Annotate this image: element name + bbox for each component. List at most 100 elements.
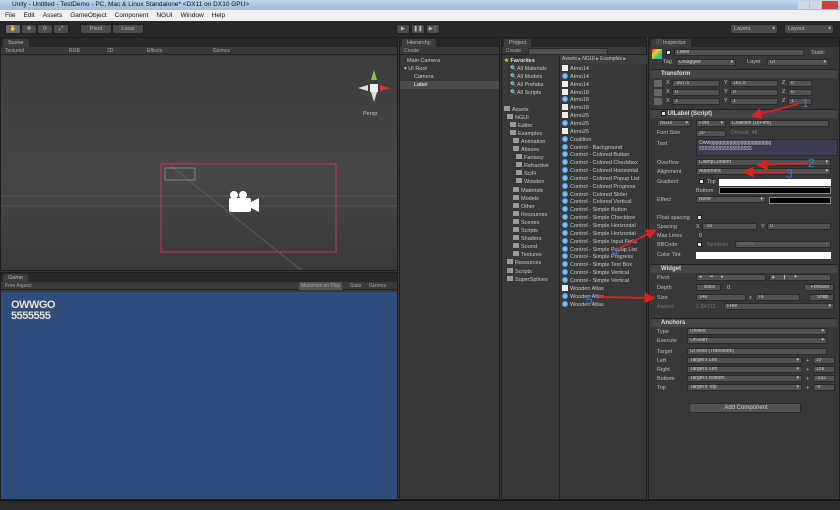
uilabel-enabled-checkbox[interactable] — [661, 111, 666, 116]
max-lines-input[interactable]: 0 — [699, 233, 702, 239]
float-spacing-checkbox[interactable] — [697, 215, 702, 221]
gizmos-toggle[interactable]: Gizmos — [369, 282, 386, 290]
tree-item[interactable]: 🔍All Materials — [510, 65, 558, 73]
tab-game[interactable]: Game — [3, 274, 28, 282]
anchor-right-dropdown[interactable]: Target's Left — [687, 366, 802, 373]
target-field[interactable]: UI Root (Transform) — [687, 348, 827, 355]
pivot-toggle[interactable]: Pivot — [80, 24, 112, 34]
aspect-dropdown[interactable]: Free Aspect — [5, 282, 32, 290]
tree-item[interactable]: Scenes — [513, 218, 558, 227]
file-item[interactable]: Atmo14 — [562, 72, 647, 81]
file-item[interactable]: Control - Colored Slider — [562, 190, 647, 199]
active-checkbox[interactable] — [666, 50, 671, 55]
transform-scale-z-input[interactable]: 1 — [788, 98, 812, 105]
local-toggle[interactable]: Local — [112, 24, 144, 34]
pivot-horizontal-buttons[interactable]: ◂ ━ ▸ — [696, 274, 766, 281]
gizmos-dropdown[interactable]: Gizmos — [213, 47, 230, 55]
project-create-button[interactable]: Create — [506, 47, 521, 55]
tree-item[interactable]: NGUI — [507, 113, 558, 122]
file-item[interactable]: Control - Colored Vertical — [562, 198, 647, 206]
menu-window[interactable]: Window — [181, 12, 204, 19]
file-item[interactable]: Control - Simple Vertical — [562, 269, 647, 277]
alignment-dropdown[interactable]: Automatic — [696, 168, 831, 175]
maximize-button[interactable] — [810, 1, 822, 9]
file-item[interactable]: Control - Background — [562, 143, 647, 152]
file-item[interactable]: Control - Simple Horizontal — [562, 229, 647, 238]
move-tool-button[interactable]: ✥ — [21, 24, 37, 34]
object-name-input[interactable]: Label — [674, 49, 804, 56]
font-type-dropdown[interactable]: NGUI — [657, 120, 691, 127]
effect-dropdown[interactable]: None — [696, 196, 766, 203]
hierarchy-item-main-camera[interactable]: Main Camera — [407, 57, 440, 65]
tree-item[interactable]: Atlases — [513, 146, 558, 154]
hierarchy-item-ui-root[interactable]: ▾ UI Root — [404, 65, 427, 73]
static-checkbox[interactable]: Static — [811, 50, 825, 56]
font-kind-dropdown[interactable]: Font — [696, 120, 726, 127]
menu-assets[interactable]: Assets — [43, 12, 63, 19]
project-search-input[interactable] — [528, 48, 608, 55]
transform-rot-x-input[interactable]: 0 — [672, 89, 720, 96]
menu-edit[interactable]: Edit — [23, 12, 34, 19]
tree-item[interactable]: Materials — [513, 186, 558, 195]
symbols-dropdown[interactable]: Normal — [735, 241, 831, 248]
file-item[interactable]: Control - Simple Popup List — [562, 245, 647, 254]
font-field[interactable]: Coalition (UIFont) — [729, 120, 829, 127]
tree-item[interactable]: Wooden — [516, 178, 558, 186]
pause-button[interactable]: ❚❚ — [411, 24, 425, 34]
tree-item[interactable]: Editor — [510, 121, 558, 130]
tree-item[interactable]: Shaders — [513, 235, 558, 243]
width-input[interactable]: 140 — [696, 294, 746, 301]
depth-back-button[interactable]: Back — [696, 284, 721, 291]
file-item[interactable]: Atmo14 — [562, 80, 647, 89]
scene-gizmo[interactable] — [356, 68, 392, 108]
menu-file[interactable]: File — [5, 12, 15, 19]
file-item[interactable]: Atmo18 — [562, 96, 647, 104]
layout-dropdown[interactable]: Layout — [784, 24, 834, 34]
tree-item[interactable]: Scripts — [513, 227, 558, 235]
project-breadcrumb[interactable]: Assets ▸ NGUI ▸ Examples ▸ — [560, 55, 647, 64]
rotate-tool-button[interactable]: ⟳ — [37, 24, 53, 34]
anchor-top-dropdown[interactable]: Target's Top — [687, 384, 802, 391]
transform-rot-z-input[interactable]: 0 — [788, 89, 812, 96]
depth-value[interactable]: 0 — [727, 285, 730, 291]
anchor-left-offset[interactable]: 19 — [813, 357, 835, 364]
anchor-bottom-offset[interactable]: -332 — [813, 375, 835, 382]
tab-inspector[interactable]: ⓘ Inspector — [651, 39, 691, 47]
file-item[interactable]: Control - Colored Horizontal — [562, 167, 647, 175]
file-item[interactable]: Control - Simple Horizontal — [562, 222, 647, 230]
transform-pos-reset-icon[interactable] — [654, 80, 662, 87]
file-item[interactable]: Control - Simple Button — [562, 206, 647, 214]
pivot-vertical-buttons[interactable]: ▴ ┃ ▾ — [769, 274, 831, 281]
2d-toggle[interactable]: 2D — [107, 47, 113, 55]
gradient-checkbox[interactable] — [699, 179, 704, 185]
widget-header[interactable]: Widget — [651, 264, 837, 273]
menu-ngui[interactable]: NGUI — [156, 12, 172, 19]
menu-help[interactable]: Help — [212, 12, 225, 19]
tree-item[interactable]: Refractive — [516, 162, 558, 170]
spacing-y-input[interactable]: 0 — [767, 223, 831, 230]
tree-item[interactable]: Examples — [510, 129, 558, 138]
file-item[interactable]: Control - Simple Input Field — [562, 237, 647, 246]
file-item[interactable]: Wooden Atlas — [562, 300, 647, 309]
transform-pos-x-input[interactable]: -307.5 — [672, 80, 720, 87]
height-input[interactable]: 76 — [755, 294, 800, 301]
tree-item[interactable]: Models — [513, 194, 558, 203]
transform-header[interactable]: Transform — [651, 69, 837, 78]
text-input[interactable]: Owwgggggggggggggggggggggg 55555555555555… — [696, 139, 838, 156]
file-item[interactable]: Wooden Atlas — [562, 284, 647, 293]
tag-dropdown[interactable]: Untagged — [676, 59, 736, 66]
execute-dropdown[interactable]: OnStart — [687, 337, 827, 344]
layer-dropdown[interactable]: UI — [767, 59, 829, 66]
tab-hierarchy[interactable]: Hierarchy — [402, 39, 436, 47]
menu-gameobject[interactable]: GameObject — [70, 12, 107, 19]
snap-button[interactable]: Snap — [809, 294, 834, 301]
anchors-header[interactable]: Anchors — [651, 318, 837, 327]
file-item[interactable]: Control - Colored Popup List — [562, 174, 647, 183]
transform-scale-x-input[interactable]: 1 — [672, 98, 720, 105]
close-button[interactable] — [822, 1, 838, 9]
tree-item[interactable]: Resources — [513, 210, 558, 219]
transform-scale-reset-icon[interactable] — [654, 98, 662, 105]
tab-scene[interactable]: Scene — [3, 39, 29, 47]
transform-rot-y-input[interactable]: 0 — [730, 89, 778, 96]
file-item[interactable]: Atmo25 — [562, 127, 647, 136]
